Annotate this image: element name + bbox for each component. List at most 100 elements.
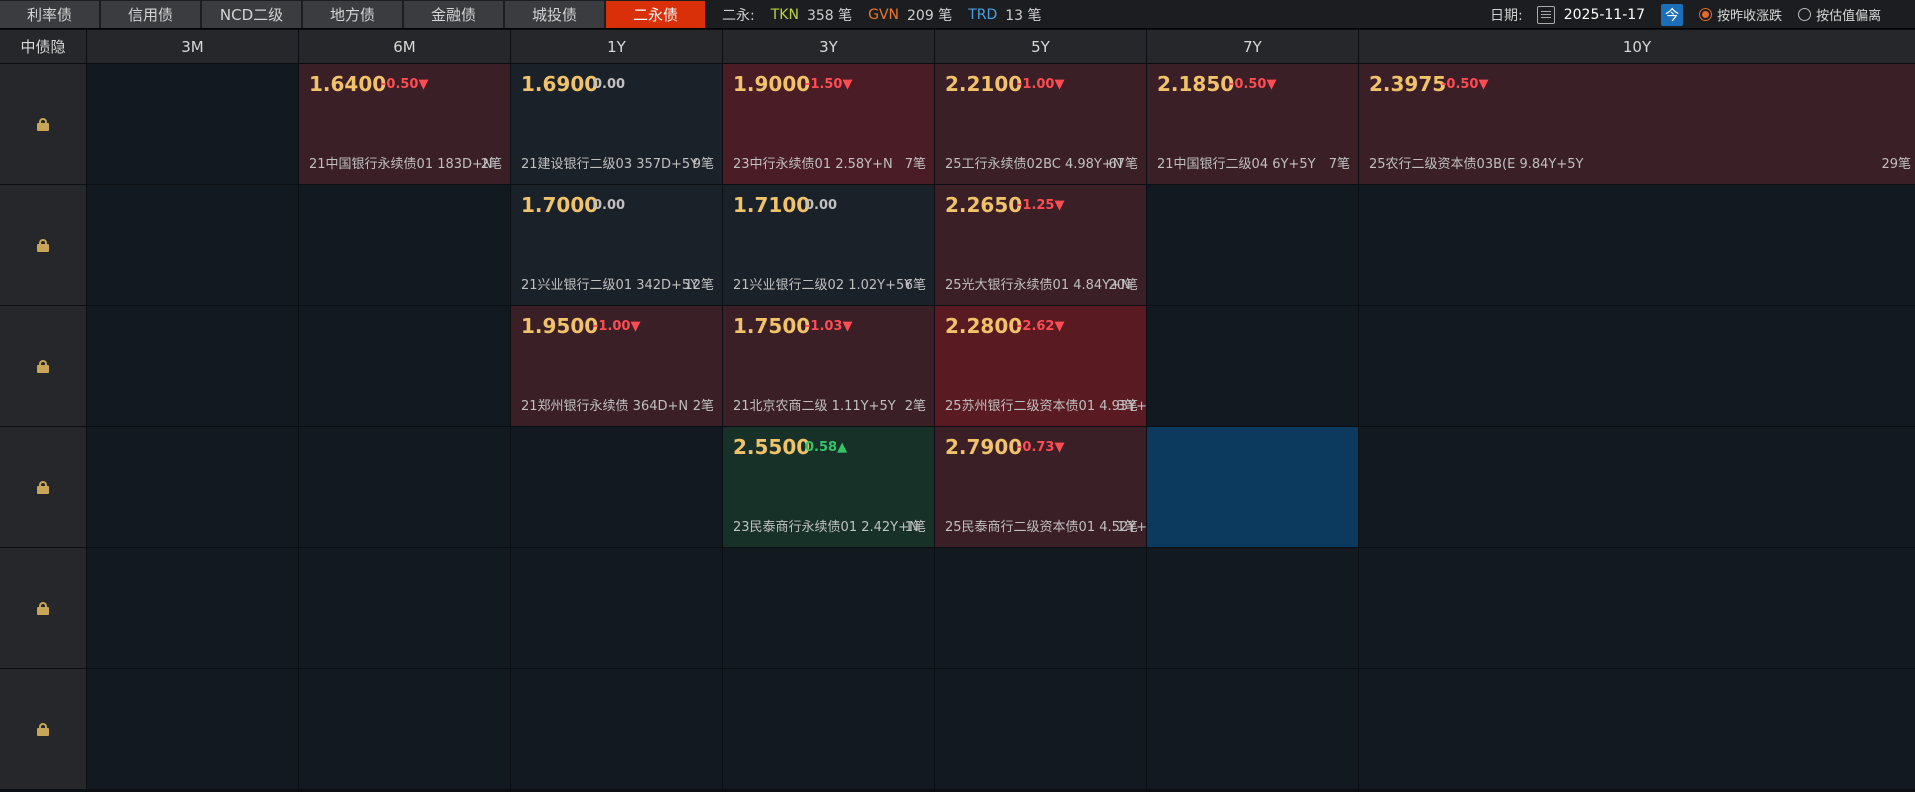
bond-name-text: 21中国银行永续债01 183D+N	[309, 157, 493, 172]
quote-cell[interactable]: 1.7100 0.00 21兴业银行二级02 1.02Y+5Y 6笔	[723, 185, 934, 305]
radio-valuation-deviation[interactable]: 按估值偏离	[1798, 5, 1881, 24]
bond-name-text: 25光大银行永续债01 4.84Y+N	[945, 278, 1131, 293]
quote-bond-name: 21兴业银行二级02 1.02Y+5Y	[733, 274, 912, 293]
corner-header[interactable]: 中债隐	[0, 30, 86, 63]
date-value[interactable]: 2025-11-17	[1564, 7, 1645, 23]
column-header-3Y: 3Y	[723, 30, 934, 63]
quote-cell[interactable]: 1.7500 -1.03▼ 21北京农商二级 1.11Y+5Y 2笔	[723, 306, 934, 426]
gvn-count: 209 笔	[907, 7, 953, 24]
lock-icon	[37, 722, 49, 736]
quote-yield: 2.5500	[733, 435, 811, 459]
selected-cell[interactable]	[1147, 427, 1358, 547]
radio-prev-close[interactable]: 按昨收涨跌	[1699, 5, 1782, 24]
tab-0[interactable]: 利率债	[0, 1, 99, 28]
quote-change: -0.50▼	[381, 77, 429, 92]
empty-cell	[87, 306, 298, 426]
category-tabs: 利率债 信用债 NCD二级 地方债 金融债 城投债 二永债	[0, 0, 707, 29]
quote-trade-count: 6笔	[904, 278, 926, 293]
lock-icon	[37, 238, 49, 252]
quote-bond-name: 23民泰商行永续债01 2.42Y+N	[733, 516, 919, 535]
quote-yield: 1.9500	[521, 314, 599, 338]
empty-cell	[299, 185, 510, 305]
tab-4[interactable]: 金融债	[404, 1, 503, 28]
bond-name-text: 21兴业银行二级01 342D+5Y	[521, 278, 699, 293]
summary-label: 二永:	[722, 7, 755, 24]
quote-change: 0.58▲	[805, 440, 848, 455]
lock-icon	[37, 359, 49, 373]
empty-cell	[299, 548, 510, 668]
tab-6[interactable]: 二永债	[606, 1, 705, 28]
quote-yield: 1.6400	[309, 72, 387, 96]
radio-checked-icon[interactable]	[1699, 8, 1713, 21]
bond-name-text: 21中国银行二级04 6Y+5Y	[1157, 157, 1316, 172]
empty-cell	[299, 306, 510, 426]
bond-name-text: 21北京农商二级 1.11Y+5Y	[733, 399, 896, 414]
quote-bond-name: 21中国银行二级04 6Y+5Y	[1157, 153, 1316, 172]
quote-trade-count: 29笔	[1881, 157, 1911, 172]
empty-cell	[1359, 185, 1915, 305]
quote-yield: 2.2800	[945, 314, 1023, 338]
empty-cell	[935, 669, 1146, 789]
quote-bond-name: 21北京农商二级 1.11Y+5Y	[733, 395, 896, 414]
quote-change: 0.00	[593, 198, 626, 213]
quote-cell[interactable]: 1.9500 -1.00▼ 21郑州银行永续债 364D+N 2笔	[511, 306, 722, 426]
calendar-icon[interactable]	[1536, 5, 1555, 24]
quote-yield: 1.7500	[733, 314, 811, 338]
quote-trade-count: 7笔	[1328, 157, 1350, 172]
empty-cell	[87, 548, 298, 668]
quote-cell[interactable]: 2.2800 -2.62▼ 25苏州银行二级资本债01 4.93Y+5Y 3笔	[935, 306, 1146, 426]
trd-label: TRD	[968, 6, 998, 23]
row-lock-toggle[interactable]	[0, 427, 86, 547]
quote-yield: 1.7100	[733, 193, 811, 217]
bond-name-text: 25农行二级资本债03B(E	[1369, 157, 1516, 172]
empty-cell	[935, 548, 1146, 668]
column-header-5Y: 5Y	[935, 30, 1146, 63]
bond-quote-app: 利率债 信用债 NCD二级 地方债 金融债 城投债 二永债 二永: TKN 358 笔 GV…	[0, 0, 1915, 792]
quote-trade-count: 1笔	[904, 520, 926, 535]
lock-body	[37, 606, 49, 615]
quote-change: -0.50▼	[1229, 77, 1277, 92]
quote-change: -0.73▼	[1017, 440, 1065, 455]
quote-cell[interactable]: 2.2650 -1.25▼ 25光大银行永续债01 4.84Y+N 20笔	[935, 185, 1146, 305]
quote-cell[interactable]: 1.7000 0.00 21兴业银行二级01 342D+5Y 12笔	[511, 185, 722, 305]
radio-unchecked-icon[interactable]	[1798, 8, 1812, 21]
empty-cell	[87, 669, 298, 789]
row-lock-toggle[interactable]	[0, 185, 86, 305]
empty-cell	[299, 427, 510, 547]
row-lock-toggle[interactable]	[0, 306, 86, 426]
bond-term-text: 9.84Y+5Y	[1519, 157, 1584, 172]
quote-cell[interactable]: 1.9000 -1.50▼ 23中行永续债01 2.58Y+N 7笔	[723, 64, 934, 184]
tab-2[interactable]: NCD二级	[202, 1, 301, 28]
quote-cell[interactable]: 1.6900 0.00 21建设银行二级03 357D+5Y 9笔	[511, 64, 722, 184]
tab-5[interactable]: 城投债	[505, 1, 604, 28]
date-label: 日期:	[1490, 7, 1523, 24]
tab-1[interactable]: 信用债	[101, 1, 200, 28]
quote-cell[interactable]: 2.3975 -0.50▼ 25农行二级资本债03B(E 9.84Y+5Y 29笔	[1359, 64, 1915, 184]
empty-cell	[87, 427, 298, 547]
quote-bond-name: 21建设银行二级03 357D+5Y	[521, 153, 698, 172]
quote-cell[interactable]: 2.2100 -1.00▼ 25工行永续债02BC 4.98Y+N 67笔	[935, 64, 1146, 184]
tab-3[interactable]: 地方债	[303, 1, 402, 28]
empty-cell	[511, 548, 722, 668]
quote-cell[interactable]: 2.7900 -0.73▼ 25民泰商行二级资本债01 4.52Y+5Y 1笔	[935, 427, 1146, 547]
empty-cell	[299, 669, 510, 789]
quote-cell[interactable]: 2.5500 0.58▲ 23民泰商行永续债01 2.42Y+N 1笔	[723, 427, 934, 547]
quote-cell[interactable]: 1.6400 -0.50▼ 21中国银行永续债01 183D+N 2笔	[299, 64, 510, 184]
row-lock-toggle[interactable]	[0, 548, 86, 668]
row-lock-toggle[interactable]	[0, 669, 86, 789]
bond-name-text: 21郑州银行永续债 364D+N	[521, 399, 689, 414]
radio-valuation-deviation-label: 按估值偏离	[1816, 9, 1882, 24]
column-header-10Y: 10Y	[1359, 30, 1915, 63]
lock-body	[37, 122, 49, 131]
quote-change: -1.25▼	[1017, 198, 1065, 213]
empty-cell	[511, 669, 722, 789]
today-button[interactable]: 今	[1661, 3, 1684, 26]
row-lock-toggle[interactable]	[0, 64, 86, 184]
quote-change: 0.00	[805, 198, 838, 213]
quote-change: -1.03▼	[805, 319, 853, 334]
lock-body	[37, 243, 49, 252]
gvn-label: GVN	[868, 6, 900, 23]
empty-cell	[1359, 427, 1915, 547]
quote-cell[interactable]: 2.1850 -0.50▼ 21中国银行二级04 6Y+5Y 7笔	[1147, 64, 1358, 184]
lock-icon	[37, 117, 49, 131]
